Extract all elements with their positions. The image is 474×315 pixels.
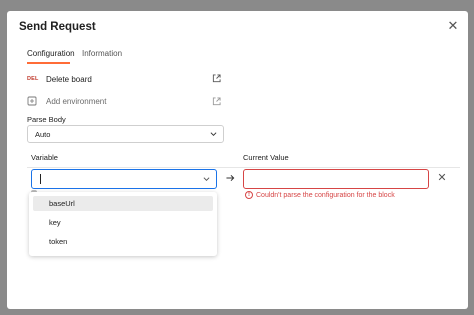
external-link-icon[interactable] <box>212 97 221 106</box>
chevron-down-icon[interactable] <box>203 176 210 182</box>
modal-title: Send Request <box>19 21 96 33</box>
dropdown-option-token[interactable]: token <box>33 234 213 249</box>
delete-badge: DEL <box>27 76 39 82</box>
text-caret <box>40 174 41 184</box>
dropdown-option-key[interactable]: key <box>33 215 213 230</box>
tab-information[interactable]: Information <box>82 49 122 58</box>
variable-dropdown: baseUrl key token <box>29 192 217 256</box>
parse-body-value: Auto <box>35 129 51 139</box>
active-tab-indicator <box>27 62 70 64</box>
delete-board-label: Delete board <box>46 74 92 84</box>
add-environment-label: Add environment <box>46 96 107 106</box>
chevron-down-icon <box>210 132 217 136</box>
remove-row-icon[interactable]: ✕ <box>437 172 447 184</box>
current-value-input[interactable] <box>243 169 429 189</box>
dropdown-option-baseurl[interactable]: baseUrl <box>33 196 213 211</box>
close-icon[interactable]: ✕ <box>447 19 459 32</box>
error-icon: ! <box>245 191 253 199</box>
variable-column-header: Variable <box>31 153 58 162</box>
variable-input[interactable] <box>31 169 217 189</box>
environment-icon <box>27 96 40 106</box>
external-link-icon[interactable] <box>212 74 221 83</box>
tab-configuration[interactable]: Configuration <box>27 49 75 58</box>
error-message: ! Couldn't parse the configuration for t… <box>245 191 395 199</box>
arrow-right-icon <box>226 174 235 182</box>
error-text: Couldn't parse the configuration for the… <box>256 191 395 199</box>
delete-board-action[interactable]: DEL Delete board <box>27 72 92 86</box>
current-value-column-header: Current Value <box>243 153 289 162</box>
delete-icon: DEL <box>27 76 40 82</box>
add-environment-action[interactable]: Add environment <box>27 94 106 108</box>
parse-body-label: Parse Body <box>27 115 66 124</box>
send-request-modal: Send Request ✕ Configuration Information… <box>7 11 468 309</box>
parse-body-select[interactable]: Auto <box>27 125 224 143</box>
